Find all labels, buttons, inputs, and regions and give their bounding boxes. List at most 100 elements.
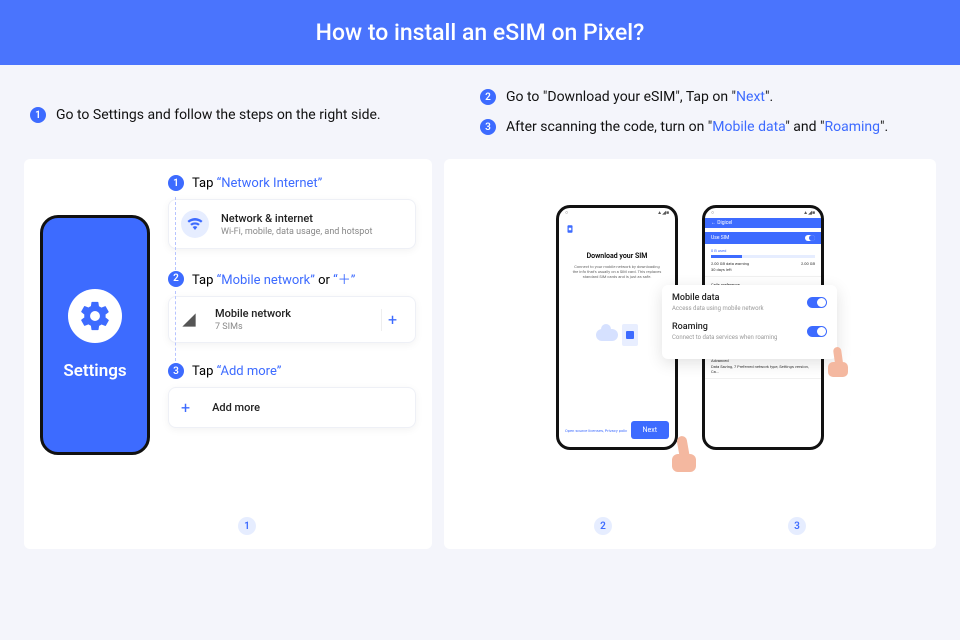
gear-icon [78, 299, 112, 333]
step-2-pre: Tap [192, 273, 217, 288]
mobile-card-title: Mobile network [215, 307, 291, 320]
advanced-sub: Data Saving, 7 Preferred network type, S… [711, 364, 815, 374]
phone-2-footer: Open source licenses, Privacy polic Next [565, 421, 669, 439]
cloud-icon [596, 329, 618, 341]
instruction-3-text: After scanning the code, turn on "Mobile… [506, 119, 888, 135]
panel-1-number: 1 [238, 517, 256, 535]
step-3-text: Tap “Add more” [192, 364, 281, 379]
roaming-toggle[interactable] [807, 326, 827, 337]
carrier-header: ← Digicel [705, 218, 821, 228]
data-used: 0 B used [711, 248, 815, 253]
settings-label: Settings [63, 361, 126, 381]
mobile-data-sub: Access data using mobile network [672, 305, 764, 312]
step-1-bullet: 1 [168, 175, 184, 191]
sim-card-icon [622, 324, 638, 346]
use-sim-toggle[interactable] [805, 235, 815, 241]
plus-icon[interactable]: + [381, 309, 403, 331]
step-1-head: 1 Tap “Network Internet” [168, 175, 416, 191]
settings-phone-mock: Settings [40, 215, 150, 455]
step-3-head: 3 Tap “Add more” [168, 363, 416, 379]
data-limit: 2.00 GB [801, 261, 815, 266]
roaming-title: Roaming [672, 322, 777, 332]
connector-line-1 [175, 197, 176, 275]
use-sim-row[interactable]: Use SIM [705, 232, 821, 244]
add-more-title: Add more [212, 401, 260, 414]
phone-2-wrap: ○▲◢■ Download your SIM Connect to your m… [556, 175, 678, 450]
step-2-hl2: “＋” [333, 273, 355, 288]
data-days: 30 days left [711, 267, 815, 272]
hand-pointer-icon [668, 436, 698, 472]
bullet-3: 3 [480, 119, 496, 135]
roaming-text: Roaming Connect to data services when ro… [672, 322, 777, 341]
instructions-row: 1 Go to Settings and follow the steps on… [0, 65, 960, 149]
next-button[interactable]: Next [631, 421, 669, 439]
phone-2-mock: ○▲◢■ Download your SIM Connect to your m… [556, 205, 678, 450]
panel-2-number: 2 [594, 517, 612, 535]
step-2-bullet: 2 [168, 271, 184, 287]
instruction-3-hl2: Roaming [824, 119, 880, 135]
download-desc: Connect to your mobile network by downlo… [565, 264, 669, 280]
instruction-2: 2 Go to "Download your eSIM", Tap on "Ne… [480, 89, 936, 105]
step-1-text: Tap “Network Internet” [192, 176, 322, 191]
mobile-data-toggle[interactable] [807, 297, 827, 308]
carrier-name: Digicel [717, 220, 732, 226]
step-3-pre: Tap [192, 364, 217, 379]
roaming-sub: Connect to data services when roaming [672, 334, 777, 341]
mobile-data-title: Mobile data [672, 293, 764, 303]
plus-inline-icon: + [181, 398, 190, 417]
instruction-3-pre: After scanning the code, turn on " [506, 119, 712, 135]
bullet-1: 1 [30, 107, 46, 123]
signal-icon [181, 312, 197, 328]
instruction-3: 3 After scanning the code, turn on "Mobi… [480, 119, 936, 135]
instruction-2-text: Go to "Download your eSIM", Tap on "Next… [506, 89, 773, 105]
bullet-2: 2 [480, 89, 496, 105]
step-1-highlight: “Network Internet” [217, 176, 323, 191]
add-more-card[interactable]: + Add more [168, 387, 416, 428]
instruction-3-mid: " and " [785, 119, 824, 135]
step-2-text: Tap “Mobile network” or “＋” [192, 269, 355, 288]
instruction-2-post: ". [765, 89, 773, 105]
network-card-title: Network & internet [221, 212, 372, 225]
mobile-card-sub: 7 SIMs [215, 322, 291, 332]
mobile-data-text: Mobile data Access data using mobile net… [672, 293, 764, 312]
instruction-right: 2 Go to "Download your eSIM", Tap on "Ne… [480, 89, 936, 149]
panel-3-number: 3 [788, 517, 806, 535]
step-1-pre: Tap [192, 176, 217, 191]
hand-pointer-2-icon [825, 347, 851, 377]
phone-2-status-bar: ○▲◢■ [559, 208, 675, 218]
step-3-highlight: “Add more” [217, 364, 282, 379]
step-3-bullet: 3 [168, 363, 184, 379]
toggles-overlay: Mobile data Access data using mobile net… [662, 285, 837, 359]
gear-icon-circle [68, 289, 122, 343]
instruction-1: 1 Go to Settings and follow the steps on… [30, 107, 440, 123]
instruction-2-highlight: Next [736, 89, 765, 105]
step-2-hl1: “Mobile network” [217, 273, 315, 288]
step-3: 3 Tap “Add more” + Add more [168, 363, 416, 428]
instruction-3-hl1: Mobile data [712, 119, 785, 135]
instruction-2-pre: Go to "Download your eSIM", Tap on " [506, 89, 736, 105]
data-usage-section: 0 B used 2.00 GB data warning 2.00 GB 30 … [705, 244, 821, 277]
mobile-network-card[interactable]: Mobile network 7 SIMs + [168, 296, 416, 343]
panels: Settings 1 Tap “Network Internet” Net [0, 149, 960, 549]
network-card-sub: Wi-Fi, mobile, data usage, and hotspot [221, 227, 372, 237]
network-internet-card[interactable]: Network & internet Wi-Fi, mobile, data u… [168, 199, 416, 249]
download-title: Download your SIM [565, 252, 669, 260]
mobile-card-text: Mobile network 7 SIMs [215, 307, 291, 332]
connector-line-2 [175, 291, 176, 361]
wifi-icon [181, 210, 209, 238]
header: How to install an eSIM on Pixel? [0, 0, 960, 65]
phone-2-body: Download your SIM Connect to your mobile… [559, 218, 675, 396]
roaming-row[interactable]: Roaming Connect to data services when ro… [672, 322, 827, 341]
phone-3-wrap: ○▲◢■ ← Digicel Use SIM 0 B used 2.00 GB … [702, 175, 824, 450]
phone-3-status-bar: ○▲◢■ [705, 208, 821, 218]
step-2: 2 Tap “Mobile network” or “＋” Mobile net… [168, 269, 416, 343]
footer-link: Open source licenses, Privacy polic [565, 428, 627, 433]
step-2-mid: or [315, 273, 333, 288]
use-sim-label: Use SIM [711, 235, 729, 241]
panel-1: Settings 1 Tap “Network Internet” Net [24, 159, 432, 549]
sim-lock-icon [565, 224, 575, 234]
mobile-data-row[interactable]: Mobile data Access data using mobile net… [672, 293, 827, 312]
instruction-3-post: ". [880, 119, 888, 135]
data-bar [711, 255, 815, 258]
data-warning: 2.00 GB data warning [711, 261, 749, 266]
